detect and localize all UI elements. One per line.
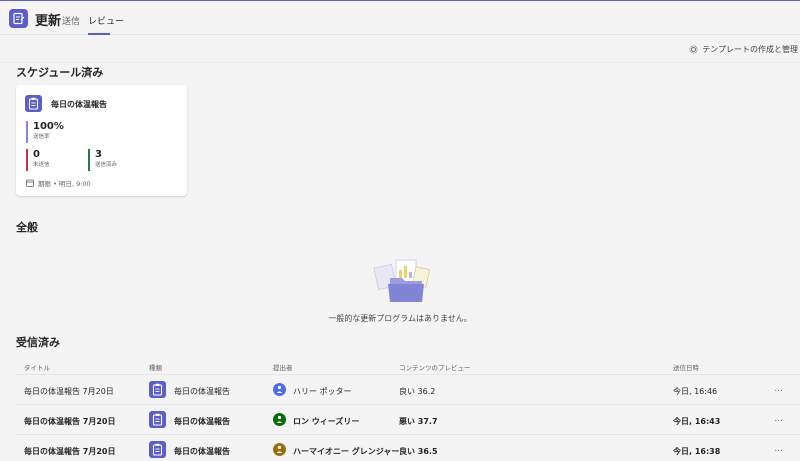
section-title-general: 全般 — [16, 221, 38, 234]
column-header-type[interactable]: 種類 — [149, 362, 162, 372]
column-header-sent-time[interactable]: 送信日時 — [673, 362, 699, 372]
gear-icon — [689, 45, 698, 54]
stat-sent: 3 送信済み — [88, 149, 117, 171]
manage-templates-button[interactable]: テンプレートの作成と管理 — [689, 44, 798, 55]
row-title: 毎日の体温報告 7月20日 — [24, 417, 116, 426]
table-header: タイトル 種類 提出者 コンテンツのプレビュー 送信日時 — [16, 357, 800, 375]
app-title: 更新 — [35, 14, 62, 29]
row-submitter: ハリー ポッター — [293, 387, 352, 396]
manage-templates-label: テンプレートの作成と管理 — [702, 45, 798, 54]
row-preview: 良い 36.5 — [399, 447, 438, 456]
clipboard-edit-icon — [9, 9, 28, 28]
row-preview: 悪い 37.7 — [399, 417, 438, 426]
subbar: テンプレートの作成と管理 — [0, 35, 800, 63]
calendar-icon — [26, 179, 34, 187]
clipboard-icon — [149, 381, 166, 398]
table-row[interactable]: 毎日の体温報告 7月20日 毎日の体温報告 ハーマイオニー グレンジャー 良い … — [16, 435, 800, 461]
row-type: 毎日の体温報告 — [174, 417, 230, 426]
received-table: タイトル 種類 提出者 コンテンツのプレビュー 送信日時 毎日の体温報告 7月2… — [16, 357, 800, 461]
tab-send[interactable]: 送信 — [62, 14, 80, 27]
person-icon — [276, 415, 283, 423]
due-date-text: 期限 • 明日, 9:00 — [38, 180, 91, 188]
clipboard-icon — [149, 411, 166, 428]
row-preview: 良い 36.2 — [399, 387, 436, 396]
person-icon — [276, 385, 283, 393]
tab-review[interactable]: レビュー — [88, 14, 124, 27]
send-rate-value: 100% — [33, 121, 64, 132]
column-header-preview[interactable]: コンテンツのプレビュー — [399, 362, 471, 372]
row-submitter: ハーマイオニー グレンジャー — [293, 447, 400, 456]
send-rate-label: 送信率 — [33, 134, 50, 140]
column-header-submitter[interactable]: 提出者 — [273, 362, 293, 372]
unsent-label: 未送信 — [33, 162, 50, 168]
row-type: 毎日の体温報告 — [174, 387, 230, 396]
stat-unsent: 0 未送信 — [26, 149, 50, 171]
row-more-button[interactable]: ... — [774, 444, 783, 454]
person-icon — [276, 445, 283, 453]
sent-label: 送信済み — [95, 162, 118, 168]
row-title: 毎日の体温報告 7月20日 — [24, 447, 116, 456]
row-sent-time: 今日, 16:46 — [673, 387, 718, 396]
section-title-scheduled: スケジュール済み — [16, 66, 104, 79]
unsent-value: 0 — [33, 149, 40, 160]
row-sent-time: 今日, 16:38 — [673, 447, 721, 456]
row-type: 毎日の体温報告 — [174, 447, 230, 456]
row-more-button[interactable]: ... — [774, 414, 783, 424]
scheduled-card[interactable]: 毎日の体温報告 100% 送信率 0 未送信 3 送信済み 期限 • 明日, 9… — [16, 85, 187, 196]
row-more-button[interactable]: ... — [774, 384, 783, 394]
card-title: 毎日の体温報告 — [51, 100, 107, 109]
avatar — [273, 383, 286, 396]
due-date: 期限 • 明日, 9:00 — [26, 178, 91, 188]
empty-state-text: 一般的な更新プログラムはありません。 — [328, 314, 472, 323]
empty-folder-illustration-icon — [373, 259, 431, 302]
clipboard-icon — [25, 95, 42, 112]
clipboard-icon — [149, 441, 166, 458]
row-submitter: ロン ウィーズリー — [293, 417, 360, 426]
row-sent-time: 今日, 16:43 — [673, 417, 721, 426]
stat-send-rate: 100% 送信率 — [26, 121, 64, 143]
sent-value: 3 — [95, 149, 102, 160]
section-title-received: 受信済み — [16, 336, 60, 349]
avatar — [273, 413, 286, 426]
avatar — [273, 443, 286, 456]
app-header: 更新 送信 レビュー — [0, 1, 800, 35]
row-title: 毎日の体温報告 7月20日 — [24, 387, 114, 396]
table-row[interactable]: 毎日の体温報告 7月20日 毎日の体温報告 ハリー ポッター 良い 36.2 今… — [16, 375, 800, 405]
table-row[interactable]: 毎日の体温報告 7月20日 毎日の体温報告 ロン ウィーズリー 悪い 37.7 … — [16, 405, 800, 435]
column-header-title[interactable]: タイトル — [24, 362, 50, 372]
